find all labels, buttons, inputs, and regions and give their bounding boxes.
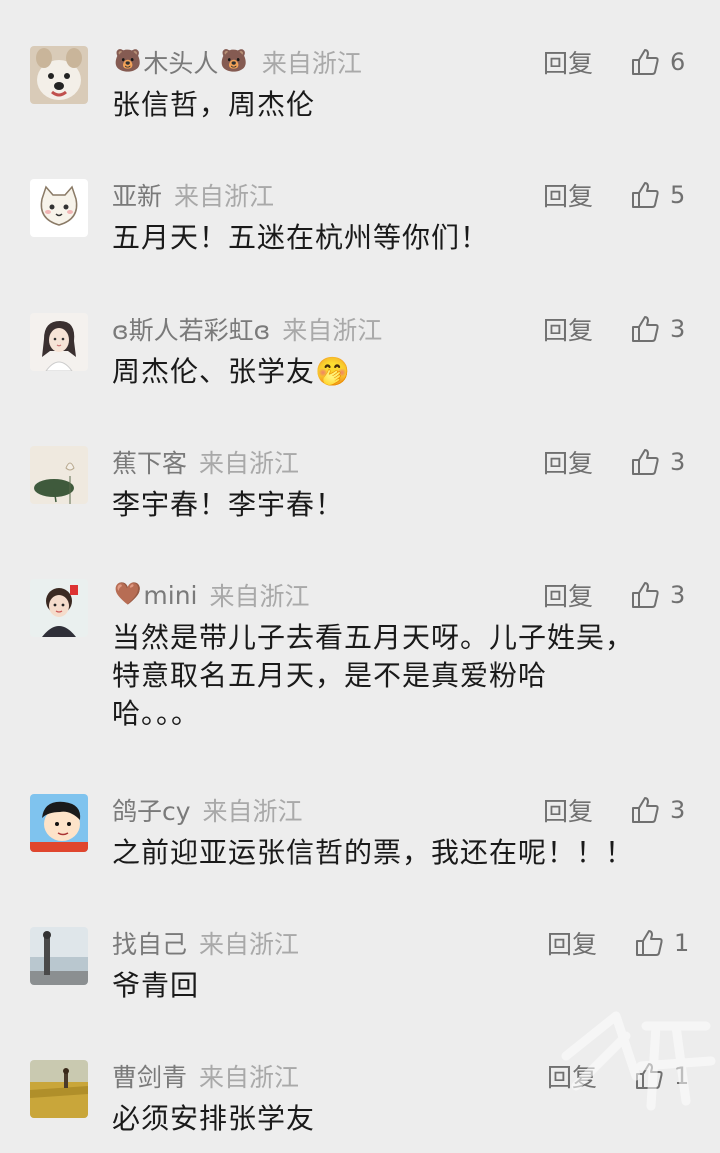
thumbs-up-icon (632, 182, 659, 208)
bear-emoji: 🐻 (114, 49, 142, 74)
location-label: 来自浙江 (199, 449, 300, 478)
like-button[interactable]: 5 (630, 177, 685, 213)
username-line: 蕉下客 来自浙江 (112, 444, 299, 480)
like-count: 5 (670, 181, 686, 209)
like-count: 3 (670, 315, 686, 343)
username[interactable]: 找自己 (112, 925, 187, 961)
username[interactable]: 亚新 (112, 177, 162, 213)
like-button[interactable]: 3 (630, 792, 685, 828)
like-button[interactable]: 3 (630, 444, 685, 480)
like-count: 1 (674, 929, 690, 957)
comment-text: 李宇春！李宇春！ (112, 488, 345, 521)
username[interactable]: mini (143, 581, 197, 610)
like-button[interactable]: 3 (630, 577, 685, 613)
username[interactable]: ɞ斯人若彩虹ɞ (112, 311, 270, 347)
location-label: 来自浙江 (199, 930, 300, 959)
avatar-girl-cartoon[interactable] (30, 579, 88, 637)
location-label: 来自浙江 (199, 1063, 300, 1092)
avatar-girl-sketch[interactable] (30, 313, 88, 371)
username-line: 找自己 来自浙江 (112, 925, 299, 961)
reply-button[interactable]: 回复 (543, 444, 593, 480)
comment-text: 张信哲，周杰伦 (112, 88, 316, 121)
location-label: 来自浙江 (209, 582, 310, 611)
comment-text: 周杰伦、张学友🤭 (112, 355, 351, 388)
username-line: ɞ斯人若彩虹ɞ 来自浙江 (112, 311, 382, 347)
username-line: 亚新 来自浙江 (112, 177, 274, 213)
username[interactable]: 曹剑青 (112, 1058, 187, 1094)
username[interactable]: 蕉下客 (112, 444, 187, 480)
comment-text: 当然是带儿子去看五月天呀。儿子姓吴， 特意取名五月天，是不是真爱粉哈 哈。。。 (112, 621, 635, 730)
location-label: 来自浙江 (202, 797, 303, 826)
like-button[interactable]: 6 (630, 44, 685, 80)
like-count: 3 (670, 581, 686, 609)
avatar-cat[interactable] (30, 179, 88, 237)
username-line: 曹剑青 来自浙江 (112, 1058, 299, 1094)
thumbs-up-icon (632, 582, 659, 608)
location-label: 来自浙江 (174, 182, 275, 211)
reply-button[interactable]: 回复 (543, 577, 593, 613)
brown-heart-emoji: 🤎 (114, 582, 142, 607)
like-count: 6 (670, 48, 686, 76)
reply-button[interactable]: 回复 (543, 792, 593, 828)
username-line: 🤎 mini 来自浙江 (112, 577, 310, 613)
comment-text: 之前迎亚运张信哲的票，我还在呢！！！ (112, 836, 635, 869)
comment-text: 五月天！五迷在杭州等你们！ (112, 221, 490, 254)
avatar-cartoon-boy[interactable] (30, 794, 88, 852)
like-button[interactable]: 3 (630, 311, 685, 347)
location-label: 来自浙江 (282, 316, 383, 345)
reply-button[interactable]: 回复 (547, 925, 597, 961)
thumbs-up-icon (632, 797, 659, 823)
username[interactable]: 鸽子cy (112, 792, 191, 828)
like-count: 3 (670, 796, 686, 824)
avatar-seaside[interactable] (30, 927, 88, 985)
thumbs-up-icon (632, 449, 659, 475)
avatar-dog[interactable] (30, 46, 88, 104)
avatar-lotus[interactable] (30, 446, 88, 504)
username-line: 🐻 木头人 🐻 来自浙江 (112, 44, 362, 80)
bear-emoji: 🐻 (220, 49, 248, 74)
like-count: 3 (670, 448, 686, 476)
watermark-logo-icon (561, 1011, 716, 1111)
thumbs-up-icon (636, 930, 663, 956)
like-button[interactable]: 1 (634, 925, 689, 961)
thumbs-up-icon (632, 49, 659, 75)
username-line: 鸽子cy 来自浙江 (112, 792, 303, 828)
reply-button[interactable]: 回复 (543, 311, 593, 347)
reply-button[interactable]: 回复 (543, 177, 593, 213)
avatar-field[interactable] (30, 1060, 88, 1118)
reply-button[interactable]: 回复 (543, 44, 593, 80)
location-label: 来自浙江 (261, 49, 362, 78)
username[interactable]: 木头人 (143, 44, 218, 80)
thumbs-up-icon (632, 316, 659, 342)
